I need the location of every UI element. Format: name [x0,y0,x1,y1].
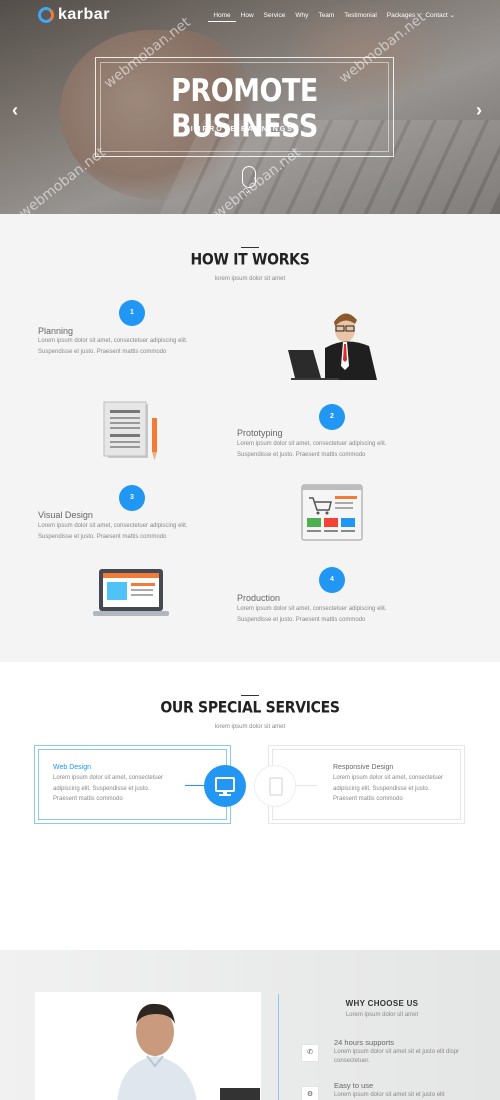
nav-team[interactable]: Team [313,10,339,22]
laptop-illustration [93,569,169,616]
tablet-icon[interactable] [254,765,296,807]
hero-slider: webmoban.net webmoban.net webmoban.net w… [0,0,500,214]
nav-contact[interactable]: Contact ⌄ [420,10,460,22]
why-choose-section: WHY CHOOSE US Lorem ipsum dolor sit amet… [0,950,500,1100]
step-title: Visual Design [38,510,93,520]
nav-why[interactable]: Why [290,10,313,22]
step-description: Lorem ipsum dolor sit amet, consectetuer… [237,441,387,458]
nav-service[interactable]: Service [259,10,291,22]
step-number-badge: 3 [119,485,145,511]
settings-icon: ⚙ [301,1086,319,1100]
feature-title: 24 hours supports [334,1038,395,1047]
monitor-icon[interactable] [204,765,246,807]
hero-subtitle: IMPROVE EARNINGS! [190,126,299,133]
section-divider [241,247,259,248]
slider-prev-arrow-icon[interactable]: ‹ [12,100,18,121]
feature-description: Lorem ipsum dolor sit amet sit et justo … [334,1049,460,1064]
phone-icon: ✆ [301,1044,319,1062]
section-title: WHY CHOOSE US [345,999,419,1008]
nav-contact-label: Contact [425,12,448,19]
service-description: Lorem ipsum dolor sit amet, consectetuer… [333,775,444,802]
service-description: Lorem ipsum dolor sit amet, consectetuer… [53,775,164,802]
section-subtitle: lorem ipsum dolor sit amet [214,276,286,282]
section-title: OUR SPECIAL SERVICES [160,698,340,718]
step-title: Prototyping [237,428,283,438]
divider-line [278,994,279,1100]
service-connector [296,785,318,786]
section-subtitle: Lorem ipsum dolor sit amet [345,1012,419,1018]
nav-packages[interactable]: Packages [382,10,421,22]
logo-text: karbar [58,6,110,23]
logo[interactable]: karbar [38,6,110,24]
feature-title: Easy to use [334,1081,374,1090]
feature-description: Lorem ipsum dolor sit amet sit et justo … [334,1092,445,1098]
step-number-badge: 2 [319,404,345,430]
section-divider [241,695,259,696]
section-title: HOW IT WORKS [190,250,310,270]
step-description: Lorem ipsum dolor sit amet, consectetuer… [237,606,387,623]
slider-next-arrow-icon[interactable]: › [476,100,482,121]
nav-testimonial[interactable]: Testimonial [339,10,382,22]
service-title: Web Design [53,764,92,771]
how-it-works-section: HOW IT WORKS lorem ipsum dolor sit amet … [0,214,500,662]
main-nav: Home How Service Why Team Testimonial Pa… [208,10,460,22]
step-title: Planning [38,326,74,336]
businessman-laptop-illustration [288,313,377,380]
ecommerce-page-illustration [301,484,363,541]
nav-home[interactable]: Home [208,10,236,22]
services-section: OUR SPECIAL SERVICES lorem ipsum dolor s… [0,662,500,950]
hero-title: PROMOTE BUSINESS [171,73,318,145]
chevron-down-icon: ⌄ [449,12,455,19]
businessman-photo [35,992,261,1100]
step-number-badge: 1 [119,300,145,326]
service-title: Responsive Design [333,764,394,771]
scroll-mouse-icon[interactable] [242,166,256,188]
step-description: Lorem ipsum dolor sit amet, consectetuer… [38,523,188,540]
scroll-down-icon[interactable]: ⌄ [244,186,251,195]
logo-mark-icon [38,7,54,23]
nav-how[interactable]: How [236,10,259,22]
step-title: Production [237,593,281,603]
section-subtitle: lorem ipsum dolor sit amet [214,724,286,730]
step-description: Lorem ipsum dolor sit amet, consectetuer… [38,338,188,355]
step-number-badge: 4 [319,567,345,593]
team-photo-card [35,992,261,1100]
documents-pencil-illustration [103,401,157,460]
